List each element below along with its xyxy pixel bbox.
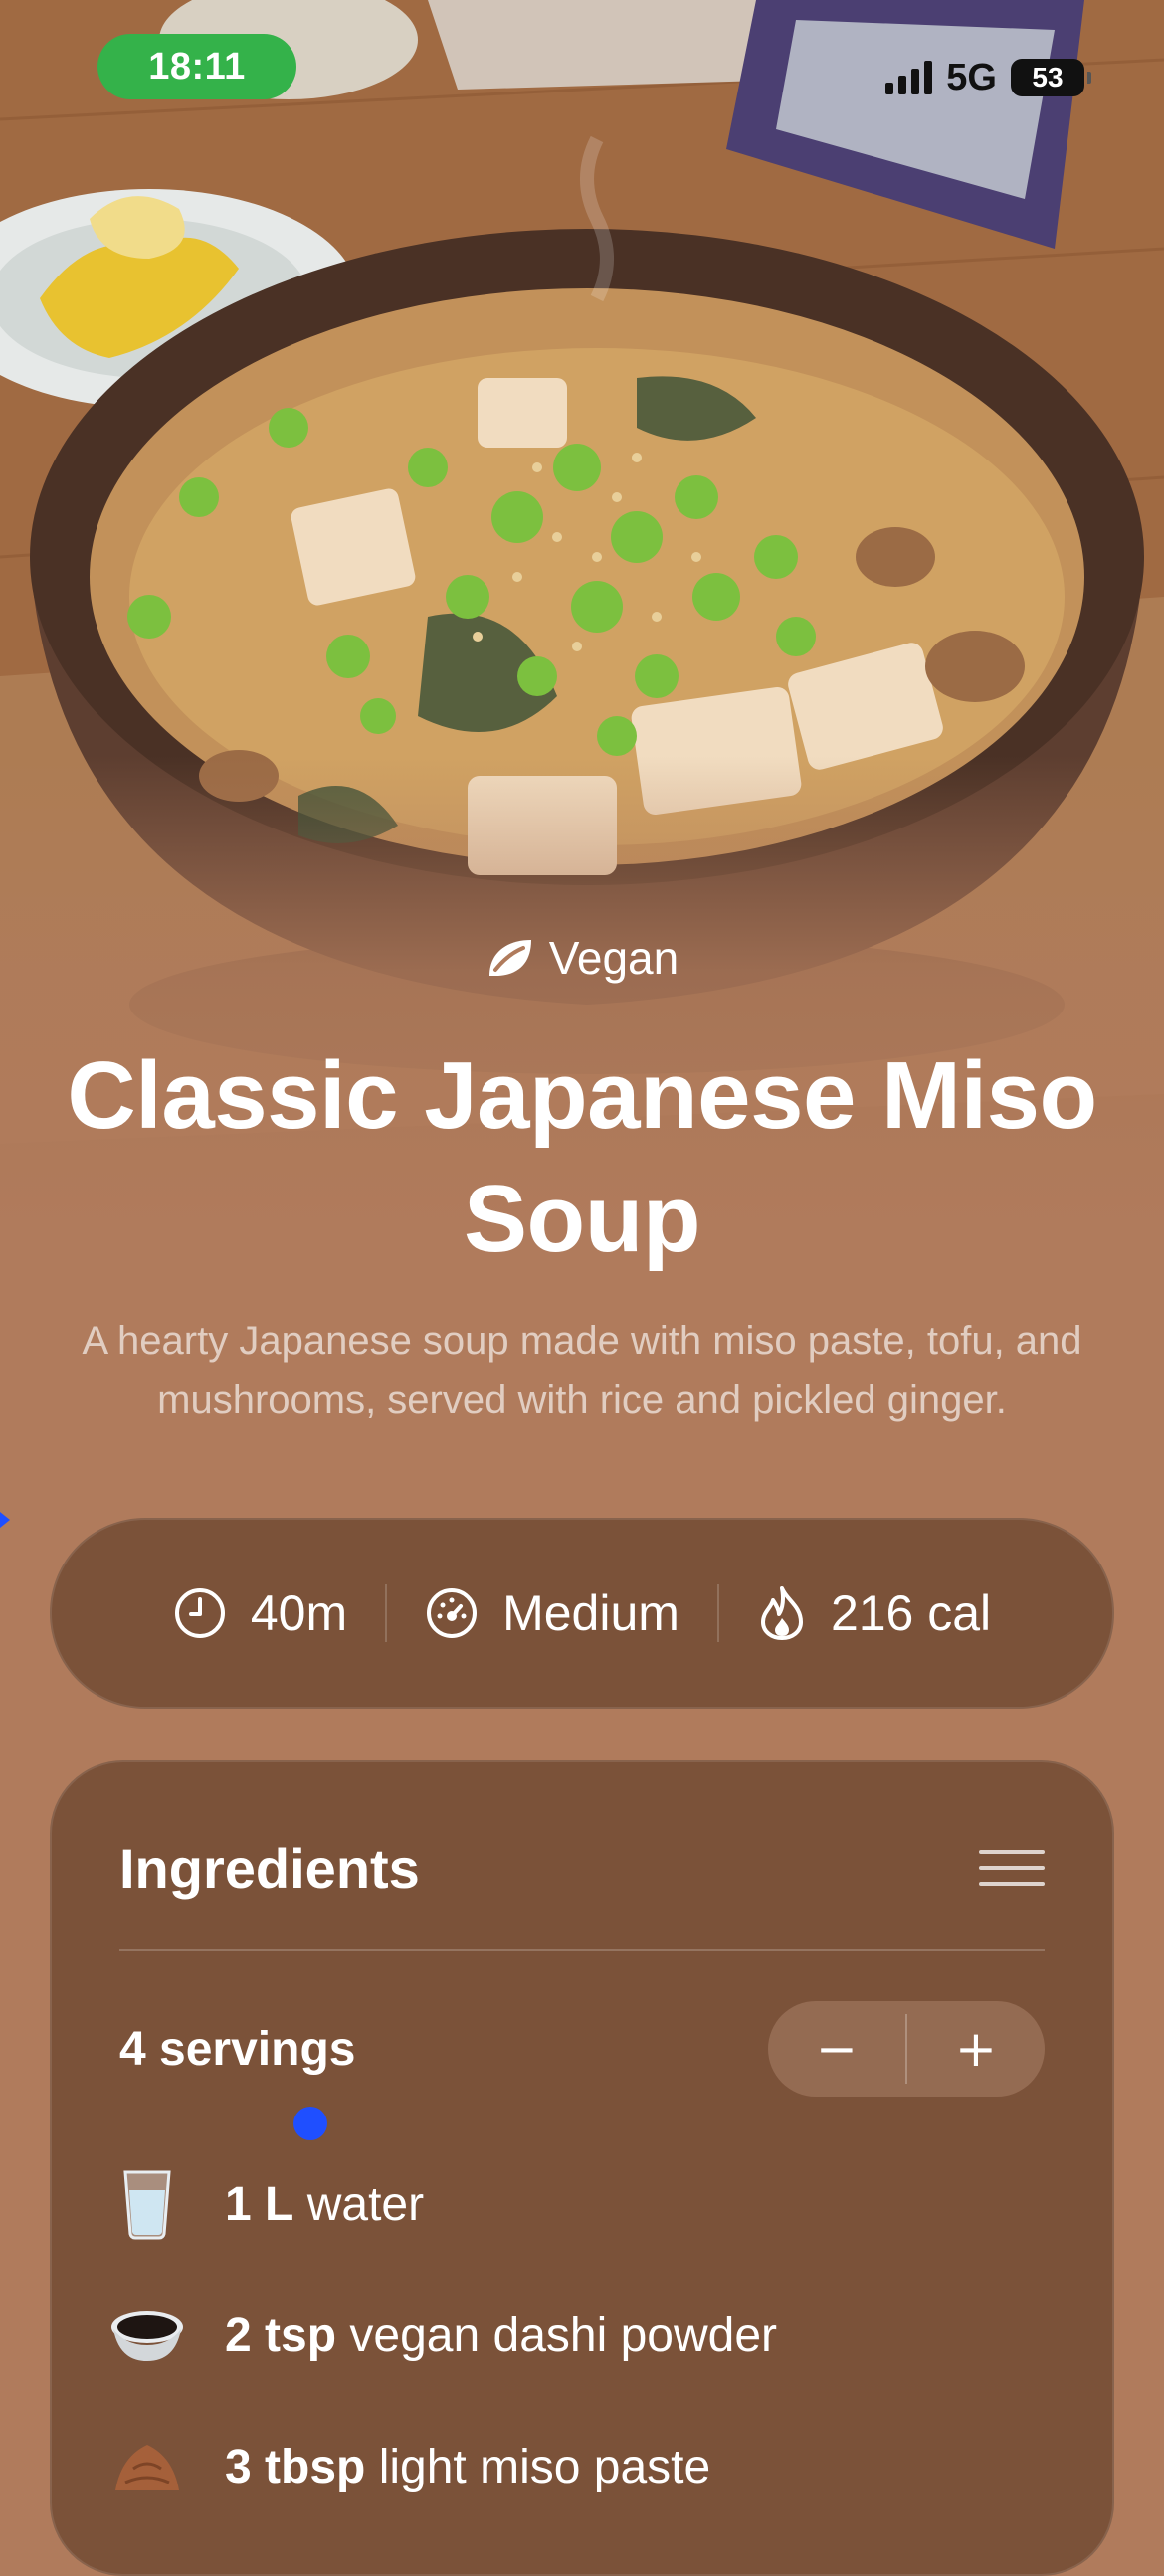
battery-icon: 53 <box>1011 59 1091 96</box>
stat-time-value: 40m <box>250 1585 348 1641</box>
status-time-pill: 18:11 <box>97 34 296 99</box>
ingredient-name: vegan dashi powder <box>349 2308 778 2362</box>
increase-servings-button[interactable]: + <box>907 2001 1045 2097</box>
diet-tag-label: Vegan <box>548 932 679 984</box>
list-item[interactable]: 3 tbsp light miso paste <box>109 2401 1055 2532</box>
edge-indicator <box>0 1512 10 1528</box>
recipe-stats: 40m Medium 216 cal <box>50 1518 1114 1709</box>
diet-tag: Vegan <box>0 931 1164 985</box>
ingredients-header: Ingredients <box>119 1820 1045 1916</box>
dashi-bowl-icon <box>109 2298 185 2373</box>
signal-icon <box>885 61 933 94</box>
servings-stepper: − + <box>768 2001 1045 2097</box>
stat-difficulty: Medium <box>387 1584 717 1642</box>
list-menu-icon[interactable] <box>979 1850 1045 1886</box>
network-type: 5G <box>946 56 997 98</box>
ingredient-amount: 3 tbsp <box>225 2440 366 2493</box>
stat-difficulty-value: Medium <box>502 1585 679 1641</box>
ingredient-amount: 1 L <box>225 2177 294 2231</box>
ingredient-amount: 2 tsp <box>225 2308 337 2362</box>
ingredient-name: water <box>306 2177 425 2231</box>
servings-count: 4 servings <box>119 2022 356 2076</box>
ingredient-name: light miso paste <box>378 2440 711 2493</box>
ingredient-list: 1 L water 2 tsp vegan dashi powder 3 tbs… <box>109 2138 1055 2532</box>
ingredient-text: 3 tbsp light miso paste <box>225 2440 710 2494</box>
miso-paste-icon <box>109 2429 185 2504</box>
water-glass-icon <box>109 2166 185 2242</box>
recipe-title: Classic Japanese Miso Soup <box>67 1042 1097 1272</box>
stat-calories: 216 cal <box>719 1584 1029 1642</box>
list-item[interactable]: 1 L water <box>109 2138 1055 2270</box>
status-icons: 5G 53 <box>885 50 1091 105</box>
gauge-icon <box>427 1588 478 1638</box>
list-item[interactable]: 2 tsp vegan dashi powder <box>109 2270 1055 2401</box>
battery-level: 53 <box>1032 62 1064 92</box>
status-time: 18:11 <box>148 45 246 88</box>
ingredients-divider <box>119 1949 1045 1951</box>
ingredient-text: 1 L water <box>225 2177 424 2232</box>
touch-indicator <box>293 2107 327 2140</box>
flame-icon <box>760 1586 803 1640</box>
servings-row: 4 servings − + <box>119 2001 1045 2097</box>
clock-icon <box>174 1588 225 1638</box>
stat-calories-value: 216 cal <box>830 1585 992 1641</box>
ingredient-text: 2 tsp vegan dashi powder <box>225 2308 777 2363</box>
recipe-description: A hearty Japanese soup made with miso pa… <box>82 1319 1082 1422</box>
decrease-servings-button[interactable]: − <box>768 2001 905 2097</box>
ingredients-card: Ingredients 4 servings − + 1 L water 2 t… <box>50 1760 1114 2576</box>
stat-time: 40m <box>135 1584 385 1642</box>
ingredients-title: Ingredients <box>119 1836 420 1900</box>
leaf-icon <box>488 940 531 976</box>
